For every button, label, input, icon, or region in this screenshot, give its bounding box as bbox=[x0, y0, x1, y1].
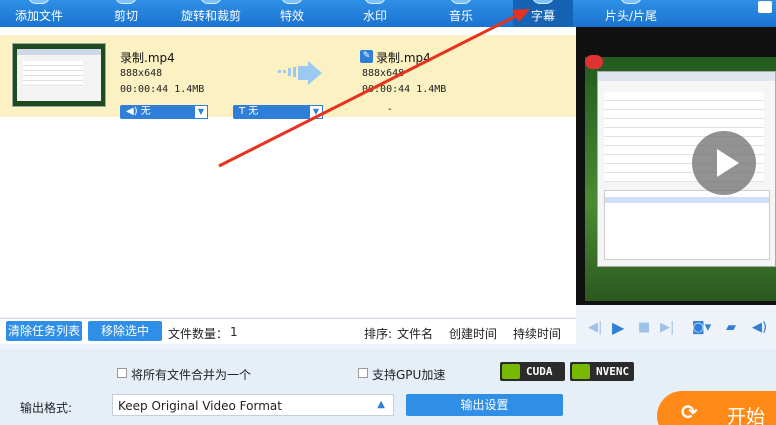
text-icon: T bbox=[239, 106, 246, 117]
source-resolution: 888x648 bbox=[120, 68, 163, 79]
merge-files-checkbox[interactable] bbox=[117, 368, 127, 378]
gpu-accel-checkbox[interactable] bbox=[358, 368, 368, 378]
intro-outro-button[interactable]: 片头/片尾 bbox=[596, 0, 666, 27]
player-controls: ◀| ▶ ■ ▶| ◙▾ ▰ ◀) bbox=[576, 305, 776, 349]
prev-icon[interactable]: ◀| bbox=[588, 321, 602, 335]
refresh-icon: ⟳ bbox=[681, 400, 698, 424]
chevron-down-icon[interactable]: ▼ bbox=[309, 105, 323, 119]
source-size: 1.4MB bbox=[174, 84, 205, 95]
file-row[interactable]: 录制.mp4 888x648 00:00:44 1.4MB ✎ 录制.mp4 8… bbox=[0, 35, 576, 119]
audio-track-value: 无 bbox=[140, 106, 151, 117]
subtitle-button[interactable]: 字幕 bbox=[513, 0, 573, 27]
subtitle-track-value: 无 bbox=[248, 106, 259, 117]
intro-outro-icon bbox=[620, 0, 642, 4]
output-size: 1.4MB bbox=[416, 84, 447, 95]
output-track-placeholder: - bbox=[388, 104, 392, 115]
watermark-button[interactable]: 水印 bbox=[357, 0, 393, 27]
output-format-label: 输出格式: bbox=[20, 401, 73, 415]
folder-icon[interactable]: ▰ bbox=[726, 321, 736, 335]
nvenc-badge: NVENC bbox=[570, 362, 634, 381]
remove-selected-button[interactable]: 移除选中 bbox=[88, 321, 162, 341]
chevron-down-icon[interactable]: ▼ bbox=[194, 105, 208, 119]
output-duration: 00:00:44 bbox=[362, 84, 411, 95]
output-duration-size: 00:00:44 1.4MB bbox=[362, 84, 446, 95]
camera-icon[interactable]: ◙▾ bbox=[692, 321, 711, 335]
next-icon[interactable]: ▶| bbox=[660, 321, 674, 335]
music-button[interactable]: 音乐 bbox=[443, 0, 479, 27]
edit-name-icon[interactable]: ✎ bbox=[360, 50, 373, 63]
cut-button[interactable]: 剪切 bbox=[108, 0, 144, 27]
video-thumbnail[interactable] bbox=[12, 43, 106, 107]
output-format-value: Keep Original Video Format bbox=[118, 399, 282, 413]
rotate-icon bbox=[200, 0, 222, 4]
clear-task-list-button[interactable]: 清除任务列表 bbox=[6, 321, 82, 341]
effects-icon bbox=[281, 0, 303, 4]
record-icon bbox=[585, 55, 603, 69]
main-toolbar: 添加文件 剪切 旋转和裁剪 特效 水印 音乐 字幕 片头/片尾 bbox=[0, 0, 776, 27]
music-icon bbox=[450, 0, 472, 4]
add-file-icon bbox=[28, 0, 50, 4]
speaker-icon: ◀) bbox=[126, 106, 138, 117]
window-control-icon[interactable] bbox=[758, 1, 772, 13]
merge-files-label: 将所有文件合并为一个 bbox=[131, 368, 252, 382]
nvidia-icon bbox=[502, 364, 520, 379]
stop-icon[interactable]: ■ bbox=[638, 321, 650, 335]
file-list: 录制.mp4 888x648 00:00:44 1.4MB ✎ 录制.mp4 8… bbox=[0, 27, 576, 317]
start-button[interactable]: ⟳ 开始 bbox=[657, 391, 776, 425]
output-file-name: 录制.mp4 bbox=[376, 51, 431, 65]
source-duration-size: 00:00:44 1.4MB bbox=[120, 84, 204, 95]
task-bar: 清除任务列表 移除选中 文件数量： 1 排序: 文件名 创建时间 持续时间 bbox=[0, 318, 576, 344]
file-count-label: 文件数量： bbox=[168, 327, 229, 341]
watermark-icon bbox=[364, 0, 386, 4]
subtitle-track-select[interactable]: T 无 ▼ bbox=[233, 105, 323, 119]
source-file-name: 录制.mp4 bbox=[120, 51, 175, 65]
output-resolution: 888x648 bbox=[362, 68, 405, 79]
volume-icon[interactable]: ◀) bbox=[752, 321, 767, 335]
output-format-select[interactable]: Keep Original Video Format ▲ bbox=[112, 394, 394, 416]
sort-by-created[interactable]: 创建时间 bbox=[449, 325, 497, 342]
scissors-icon bbox=[115, 0, 137, 4]
rotate-crop-button[interactable]: 旋转和裁剪 bbox=[176, 0, 246, 27]
add-file-button[interactable]: 添加文件 bbox=[6, 0, 72, 27]
audio-track-select[interactable]: ◀) 无 ▼ bbox=[120, 105, 208, 119]
sort-label: 排序: bbox=[364, 327, 393, 341]
effects-button[interactable]: 特效 bbox=[272, 0, 312, 27]
sort-by-name[interactable]: 文件名 bbox=[397, 325, 433, 342]
gpu-accel-label: 支持GPU加速 bbox=[372, 368, 446, 382]
output-settings-button[interactable]: 输出设置 bbox=[406, 394, 563, 416]
file-count-value: 1 bbox=[230, 325, 238, 339]
play-icon[interactable]: ▶ bbox=[612, 320, 624, 336]
cuda-badge: CUDA bbox=[500, 362, 565, 381]
sort-by-duration[interactable]: 持续时间 bbox=[513, 325, 561, 342]
start-label: 开始 bbox=[727, 406, 766, 425]
caret-up-icon: ▲ bbox=[377, 399, 385, 410]
subtitle-icon bbox=[532, 0, 554, 4]
source-duration: 00:00:44 bbox=[120, 84, 169, 95]
video-preview bbox=[576, 27, 776, 305]
nvidia-icon bbox=[572, 364, 590, 379]
play-overlay-button[interactable] bbox=[692, 131, 756, 195]
convert-arrow-icon bbox=[278, 61, 322, 85]
